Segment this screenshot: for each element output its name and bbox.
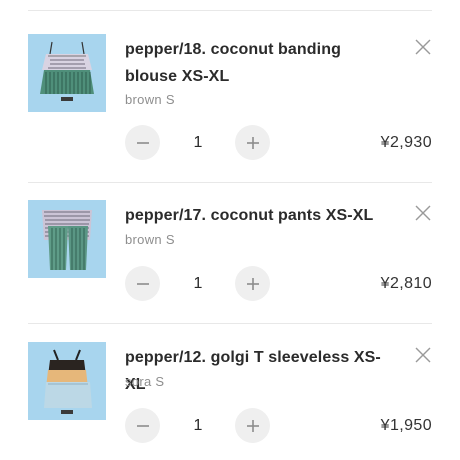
- sleeveless-top-thumbnail-icon: [28, 342, 106, 420]
- item-price: ¥1,950: [380, 417, 432, 434]
- remove-item-button[interactable]: [413, 37, 433, 57]
- plus-icon: [246, 277, 259, 290]
- decrease-quantity-button[interactable]: [125, 266, 160, 301]
- cart-item: pepper/17. coconut pants XS-XL brown S 1…: [0, 200, 460, 340]
- product-name[interactable]: pepper/12. golgi T sleeveless XS-XL: [125, 344, 387, 398]
- minus-icon: [136, 282, 149, 285]
- divider: [28, 323, 432, 324]
- cart-item: pepper/18. coconut banding blouse XS-XL …: [0, 34, 460, 174]
- increase-quantity-button[interactable]: [235, 125, 270, 160]
- increase-quantity-button[interactable]: [235, 266, 270, 301]
- product-variant: brown S: [125, 92, 175, 107]
- divider: [28, 10, 432, 11]
- plus-icon: [246, 136, 259, 149]
- plus-icon: [246, 419, 259, 432]
- quantity-value: 1: [193, 134, 203, 151]
- close-icon: [415, 347, 431, 363]
- remove-item-button[interactable]: [413, 203, 433, 223]
- product-variant: sora S: [125, 374, 165, 389]
- quantity-value: 1: [193, 417, 203, 434]
- item-price: ¥2,930: [380, 134, 432, 151]
- minus-icon: [136, 141, 149, 144]
- item-price: ¥2,810: [380, 275, 432, 292]
- product-image[interactable]: [28, 342, 106, 420]
- cart-item: pepper/12. golgi T sleeveless XS-XL sora…: [0, 342, 460, 460]
- product-name[interactable]: pepper/17. coconut pants XS-XL: [125, 202, 387, 229]
- product-name[interactable]: pepper/18. coconut banding blouse XS-XL: [125, 36, 387, 90]
- close-icon: [415, 205, 431, 221]
- decrease-quantity-button[interactable]: [125, 125, 160, 160]
- minus-icon: [136, 424, 149, 427]
- decrease-quantity-button[interactable]: [125, 408, 160, 443]
- product-image[interactable]: [28, 200, 106, 278]
- product-image[interactable]: [28, 34, 106, 112]
- product-variant: brown S: [125, 232, 175, 247]
- remove-item-button[interactable]: [413, 345, 433, 365]
- pants-thumbnail-icon: [28, 200, 106, 278]
- blouse-thumbnail-icon: [28, 34, 106, 112]
- increase-quantity-button[interactable]: [235, 408, 270, 443]
- divider: [28, 182, 432, 183]
- cart-list: pepper/18. coconut banding blouse XS-XL …: [0, 0, 460, 460]
- quantity-value: 1: [193, 275, 203, 292]
- close-icon: [415, 39, 431, 55]
